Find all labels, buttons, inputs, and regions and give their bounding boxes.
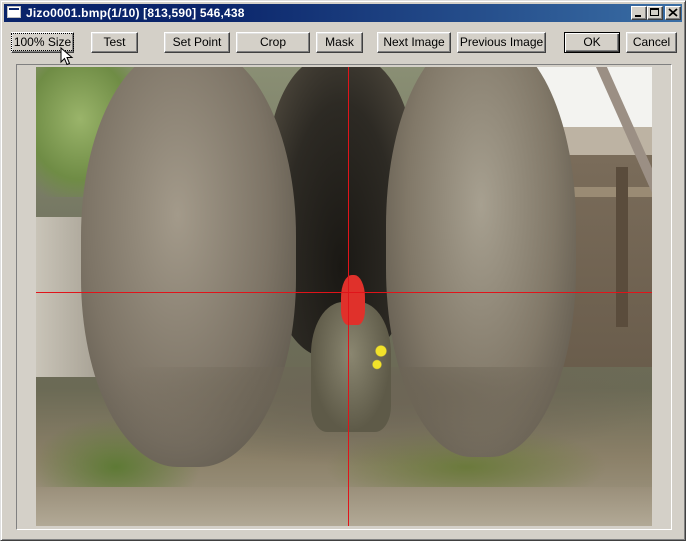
- next-image-button[interactable]: Next Image: [377, 32, 451, 53]
- photo-flowers: [371, 342, 391, 372]
- window-icon: [7, 6, 21, 18]
- crosshair-vertical: [348, 67, 349, 526]
- image-canvas[interactable]: [36, 67, 652, 526]
- title-bar[interactable]: Jizo0001.bmp(1/10) [813,590] 546,438: [4, 4, 682, 22]
- close-icon: [668, 8, 678, 17]
- crop-button[interactable]: Crop: [236, 32, 310, 53]
- next-image-label: Next Image: [383, 35, 445, 49]
- photo-red-bib: [341, 275, 365, 325]
- previous-image-button[interactable]: Previous Image: [457, 32, 546, 53]
- close-button[interactable]: [665, 6, 681, 20]
- set-point-button[interactable]: Set Point: [164, 32, 230, 53]
- photo-ground: [36, 487, 652, 526]
- photo-shrine-post: [616, 167, 628, 327]
- test-button[interactable]: Test: [91, 32, 138, 53]
- crosshair-horizontal: [36, 292, 652, 293]
- set-point-label: Set Point: [172, 35, 222, 49]
- window-title: Jizo0001.bmp(1/10) [813,590] 546,438: [26, 6, 245, 20]
- test-label: Test: [103, 35, 126, 49]
- cancel-label: Cancel: [632, 35, 671, 49]
- crop-label: Crop: [259, 35, 286, 49]
- previous-image-label: Previous Image: [459, 35, 544, 49]
- cancel-button[interactable]: Cancel: [626, 32, 677, 53]
- mask-label: Mask: [325, 35, 354, 49]
- mask-button[interactable]: Mask: [316, 32, 363, 53]
- ok-label: OK: [583, 35, 601, 49]
- minimize-button[interactable]: [631, 6, 647, 20]
- image-dialog-window: Jizo0001.bmp(1/10) [813,590] 546,438 100…: [0, 0, 686, 541]
- mouse-pointer-icon: [60, 47, 74, 66]
- maximize-button[interactable]: [647, 6, 663, 20]
- ok-button[interactable]: OK: [564, 32, 620, 53]
